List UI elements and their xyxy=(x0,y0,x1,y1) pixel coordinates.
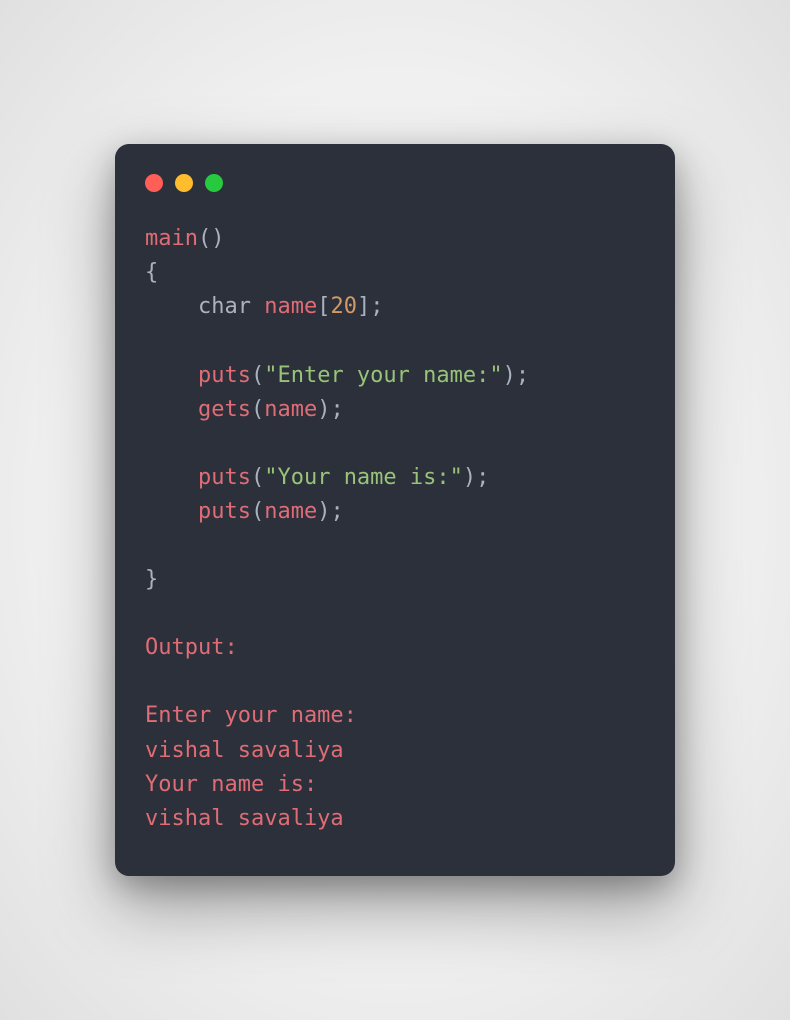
paren-close-5: ) xyxy=(317,499,330,524)
semi5: ; xyxy=(330,499,343,524)
maximize-icon[interactable] xyxy=(205,174,223,192)
str-enter: "Enter your name:" xyxy=(264,363,502,388)
paren-open: ( xyxy=(198,226,211,251)
titlebar xyxy=(145,174,645,192)
code-block: main() { char name[20]; puts("Enter your… xyxy=(145,222,645,836)
paren-open-2: ( xyxy=(251,363,264,388)
paren-open-4: ( xyxy=(251,465,264,490)
paren-open-5: ( xyxy=(251,499,264,524)
char-keyword: char xyxy=(198,294,251,319)
semi2: ; xyxy=(516,363,529,388)
code-window: main() { char name[20]; puts("Enter your… xyxy=(115,144,675,876)
name-arg-2: name xyxy=(264,499,317,524)
puts-fn-1: puts xyxy=(198,363,251,388)
brace-close: } xyxy=(145,567,158,592)
puts-fn-2: puts xyxy=(198,465,251,490)
output-line-3: Your name is: xyxy=(145,772,317,797)
semi4: ; xyxy=(476,465,489,490)
semi1: ; xyxy=(370,294,383,319)
puts-fn-3: puts xyxy=(198,499,251,524)
semi3: ; xyxy=(330,397,343,422)
paren-close-3: ) xyxy=(317,397,330,422)
paren-close-2: ) xyxy=(503,363,516,388)
output-label: Output: xyxy=(145,635,238,660)
bracket-close: ] xyxy=(357,294,370,319)
main-fn: main xyxy=(145,226,198,251)
brace-open: { xyxy=(145,260,158,285)
paren-open-3: ( xyxy=(251,397,264,422)
paren-close: ) xyxy=(211,226,224,251)
close-icon[interactable] xyxy=(145,174,163,192)
bracket-open: [ xyxy=(317,294,330,319)
name-arg-1: name xyxy=(264,397,317,422)
output-line-2: vishal savaliya xyxy=(145,738,344,763)
paren-close-4: ) xyxy=(463,465,476,490)
output-line-1: Enter your name: xyxy=(145,703,357,728)
output-line-4: vishal savaliya xyxy=(145,806,344,831)
gets-fn: gets xyxy=(198,397,251,422)
str-yourname: "Your name is:" xyxy=(264,465,463,490)
minimize-icon[interactable] xyxy=(175,174,193,192)
twenty: 20 xyxy=(330,294,357,319)
name-var: name xyxy=(264,294,317,319)
